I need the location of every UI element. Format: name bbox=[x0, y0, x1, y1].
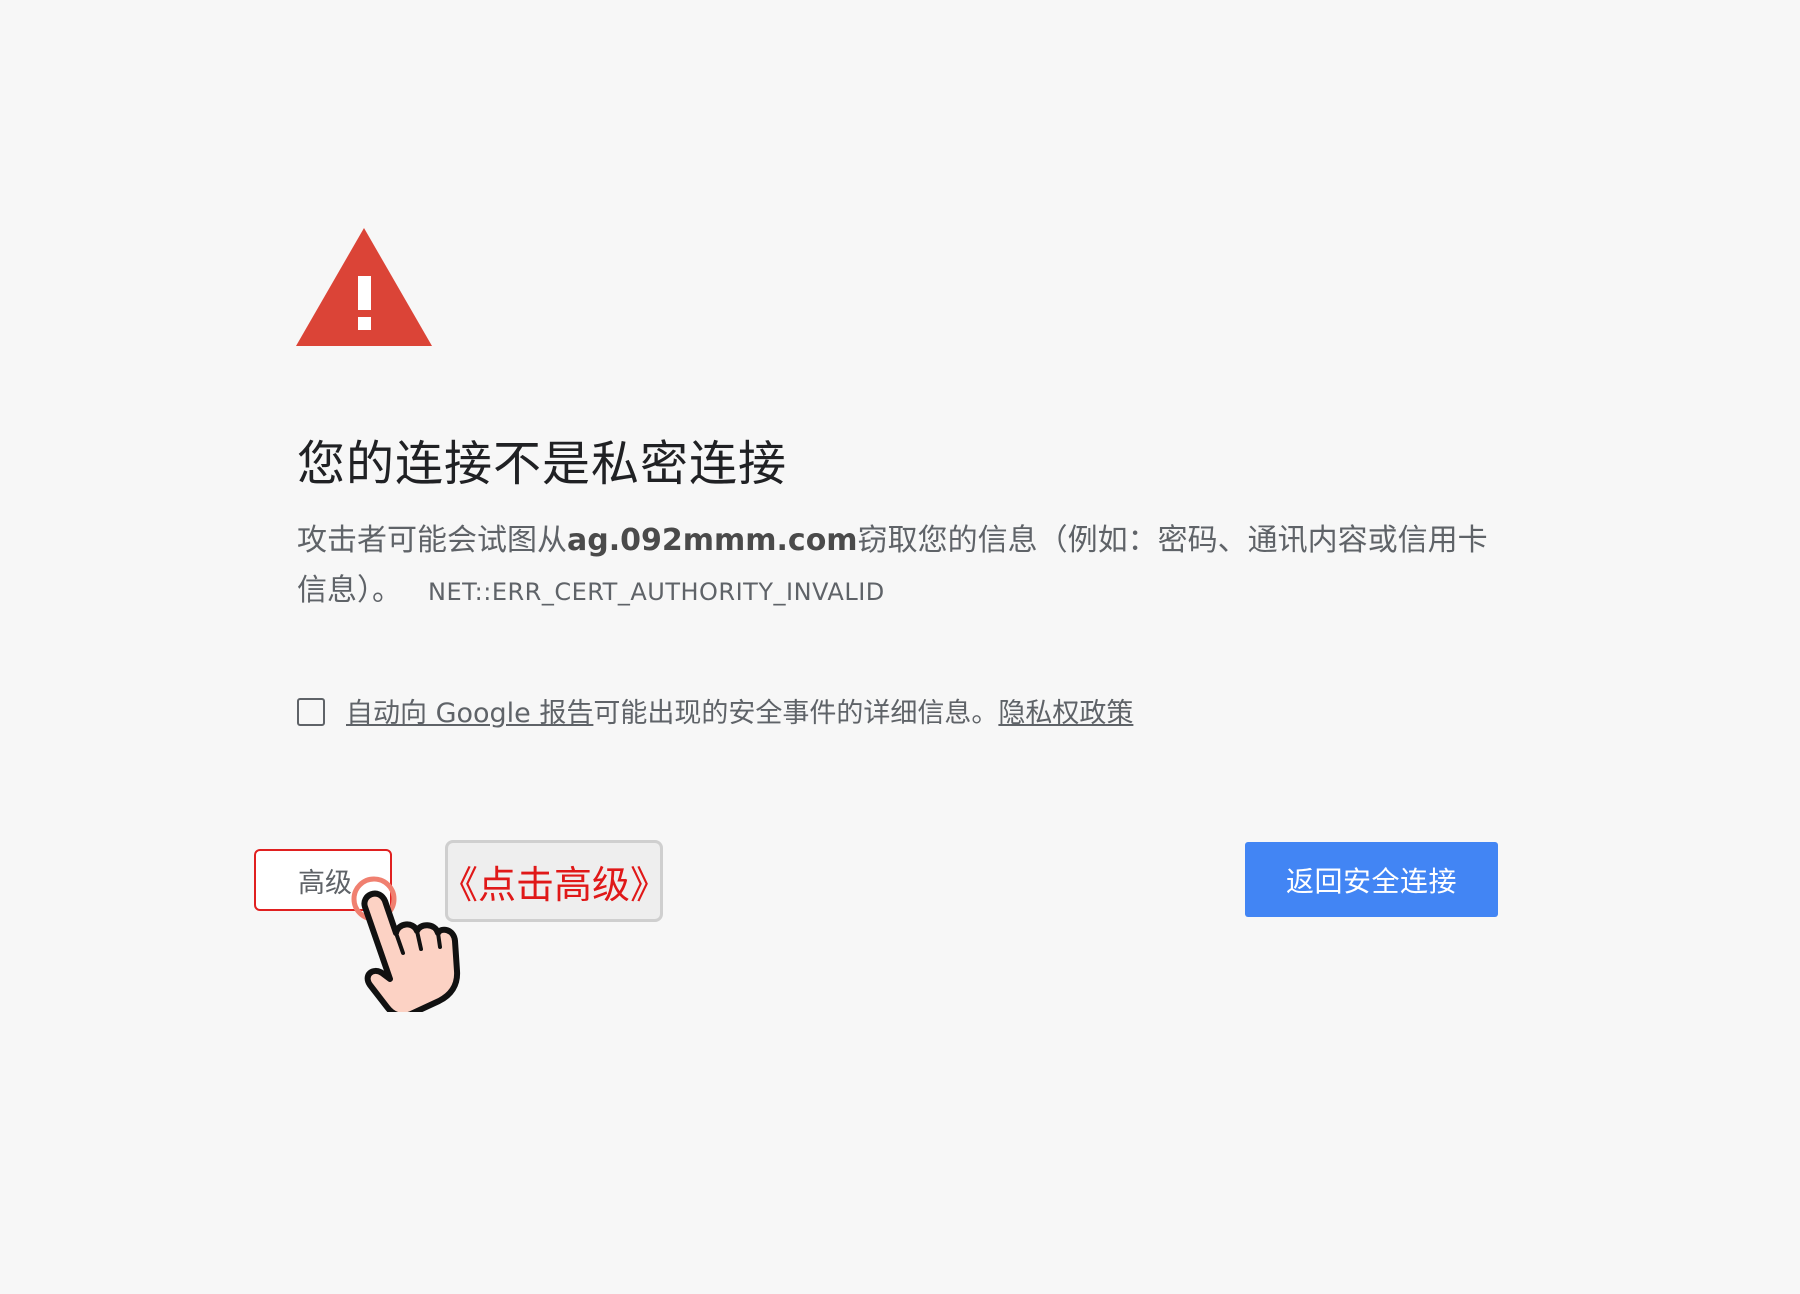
error-code: NET::ERR_CERT_AUTHORITY_INVALID bbox=[428, 578, 885, 606]
advanced-button[interactable]: 高级 bbox=[254, 849, 392, 911]
click-advanced-callout: 《点击高级》 bbox=[440, 840, 668, 922]
page-title: 您的连接不是私密连接 bbox=[297, 436, 788, 492]
site-domain: ag.092mmm.com bbox=[567, 523, 858, 558]
report-middle-text: 可能出现的安全事件的详细信息。 bbox=[593, 698, 999, 729]
report-text: 自动向 Google 报告可能出现的安全事件的详细信息。隐私权政策 bbox=[346, 696, 1133, 732]
privacy-policy-link[interactable]: 隐私权政策 bbox=[998, 698, 1133, 729]
back-to-safety-button[interactable]: 返回安全连接 bbox=[1245, 842, 1498, 917]
description-prefix: 攻击者可能会试图从 bbox=[297, 523, 567, 558]
interstitial-page: 您的连接不是私密连接 攻击者可能会试图从ag.092mmm.com窃取您的信息（… bbox=[0, 0, 1800, 1294]
report-checkbox[interactable] bbox=[297, 698, 325, 726]
warning-triangle-icon bbox=[296, 228, 432, 346]
report-link[interactable]: 自动向 Google 报告 bbox=[346, 698, 593, 729]
error-description: 攻击者可能会试图从ag.092mmm.com窃取您的信息（例如：密码、通讯内容或… bbox=[297, 516, 1497, 617]
